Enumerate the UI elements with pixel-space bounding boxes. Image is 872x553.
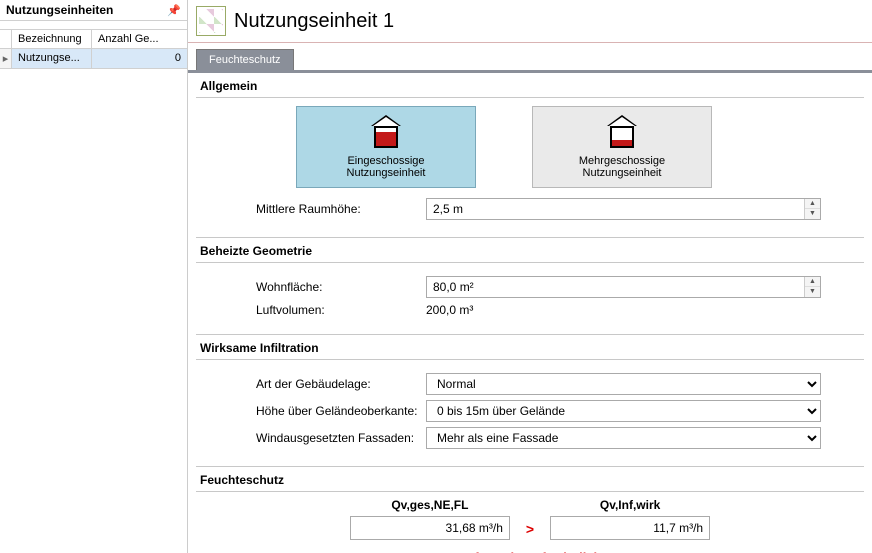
area-spinner[interactable]: ▲▼ xyxy=(804,277,820,297)
sidebar-title: Nutzungseinheiten xyxy=(6,3,113,17)
row-indicator-icon: ▸ xyxy=(0,49,12,68)
area-label: Wohnfläche: xyxy=(256,280,426,294)
single-storey-icon xyxy=(367,115,405,149)
room-height-input[interactable] xyxy=(426,198,821,220)
fassade-label: Windausgesetzten Fassaden: xyxy=(256,431,426,445)
comparison-operator: > xyxy=(526,521,534,540)
qv-ges-value: 31,68 m³/h xyxy=(350,516,510,540)
option-single-label: Eingeschossige Nutzungseinheit xyxy=(303,155,469,179)
sidebar-title-bar: Nutzungseinheiten 📌 xyxy=(0,0,187,21)
row-count: 0 xyxy=(92,49,187,68)
page-header: Nutzungseinheit 1 xyxy=(188,0,872,43)
tab-strip: Feuchteschutz xyxy=(196,49,872,70)
lage-label: Art der Gebäudelage: xyxy=(256,377,426,391)
room-height-label: Mittlere Raumhöhe: xyxy=(256,202,426,216)
section-feuchte-title: Feuchteschutz xyxy=(196,469,864,492)
room-height-spinner[interactable]: ▲▼ xyxy=(804,199,820,219)
section-geometrie: Wohnfläche: ▲▼ Luftvolumen: 200,0 m³ xyxy=(196,263,864,335)
row-name: Nutzungse... xyxy=(12,49,92,68)
main-content: Nutzungseinheit 1 Feuchteschutz Allgemei… xyxy=(188,0,872,553)
section-feuchte: Qv,ges,NE,FL 31,68 m³/h > Qv,Inf,wirk 11… xyxy=(196,492,864,553)
multi-storey-icon xyxy=(603,115,641,149)
section-geometrie-title: Beheizte Geometrie xyxy=(196,240,864,263)
section-allgemein-title: Allgemein xyxy=(196,75,864,98)
qv-ges-label: Qv,ges,NE,FL xyxy=(350,498,510,512)
page-title: Nutzungseinheit 1 xyxy=(234,10,394,33)
option-single-storey[interactable]: Eingeschossige Nutzungseinheit xyxy=(296,106,476,188)
pin-icon[interactable]: 📌 xyxy=(167,4,181,17)
hoehe-select[interactable]: 0 bis 15m über Gelände xyxy=(426,400,821,422)
tab-feuchteschutz[interactable]: Feuchteschutz xyxy=(196,49,294,70)
sidebar: Nutzungseinheiten 📌 Bezeichnung Anzahl G… xyxy=(0,0,188,553)
volume-value: 200,0 m³ xyxy=(426,303,473,317)
tree-row[interactable]: ▸ Nutzungse... 0 xyxy=(0,49,187,69)
volume-label: Luftvolumen: xyxy=(256,303,426,317)
option-multi-label: Mehrgeschossige Nutzungseinheit xyxy=(539,155,705,179)
qv-inf-label: Qv,Inf,wirk xyxy=(550,498,710,512)
fassade-select[interactable]: Mehr als eine Fassade xyxy=(426,427,821,449)
section-allgemein: Eingeschossige Nutzungseinheit Mehrgesch… xyxy=(196,98,864,238)
tree-col-indicator xyxy=(0,30,12,48)
section-infiltration-title: Wirksame Infiltration xyxy=(196,337,864,360)
tree-col-count[interactable]: Anzahl Ge... xyxy=(92,30,187,48)
tree-col-name[interactable]: Bezeichnung xyxy=(12,30,92,48)
option-multi-storey[interactable]: Mehrgeschossige Nutzungseinheit xyxy=(532,106,712,188)
puzzle-icon xyxy=(196,6,226,36)
section-infiltration: Art der Gebäudelage: Normal Höhe über Ge… xyxy=(196,360,864,467)
hoehe-label: Höhe über Geländeoberkante: xyxy=(256,404,426,418)
area-input[interactable] xyxy=(426,276,821,298)
qv-inf-value: 11,7 m³/h xyxy=(550,516,710,540)
lage-select[interactable]: Normal xyxy=(426,373,821,395)
tree-header: Bezeichnung Anzahl Ge... xyxy=(0,29,187,49)
